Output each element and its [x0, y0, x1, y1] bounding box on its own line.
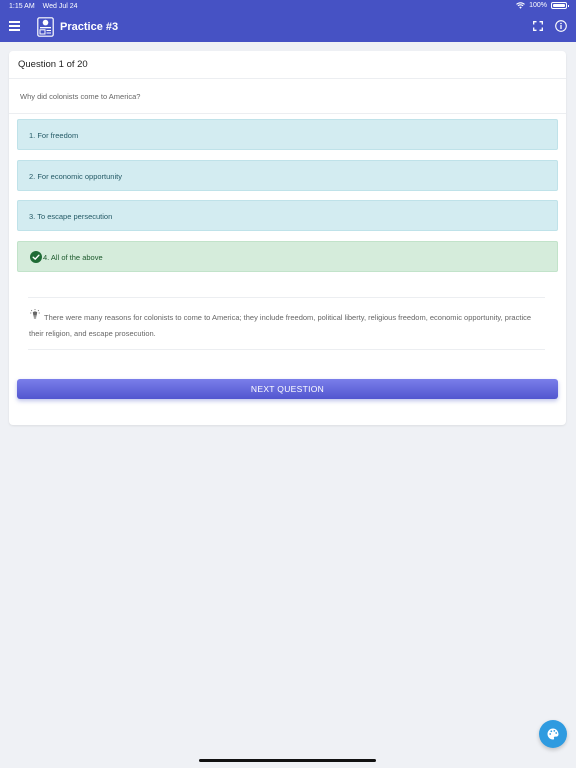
answer-option-3[interactable]: 3. To escape persecution — [17, 200, 558, 231]
wifi-icon — [516, 2, 525, 9]
menu-icon[interactable] — [9, 21, 20, 31]
status-time: 1:15 AM — [9, 3, 35, 10]
explanation-text: There were many reasons for colonists to… — [29, 313, 532, 338]
battery-fill — [553, 4, 565, 7]
check-circle-icon — [30, 251, 42, 263]
palette-button[interactable] — [539, 720, 567, 748]
divider — [9, 113, 566, 114]
answer-label: 2. For economic opportunity — [29, 172, 122, 181]
answer-label: 1. For freedom — [29, 131, 79, 140]
app-logo-icon — [37, 17, 54, 37]
palette-icon — [547, 728, 559, 740]
divider — [28, 297, 545, 298]
battery-icon — [551, 2, 569, 9]
question-counter: Question 1 of 20 — [9, 51, 566, 79]
home-indicator — [199, 759, 376, 762]
status-bar: 1:15 AM Wed Jul 24 100% — [0, 0, 576, 13]
answer-option-1[interactable]: 1. For freedom — [17, 119, 558, 150]
status-date: Wed Jul 24 — [42, 3, 78, 10]
answer-label: 4. All of the above — [43, 253, 103, 262]
page-title: Practice #3 — [60, 21, 119, 33]
answer-option-4-correct[interactable]: 4. All of the above — [17, 241, 558, 272]
fullscreen-icon[interactable] — [533, 21, 543, 31]
question-text: Why did colonists come to America? — [20, 92, 141, 101]
question-card: Question 1 of 20 Why did colonists come … — [9, 51, 566, 425]
answer-option-2[interactable]: 2. For economic opportunity — [17, 160, 558, 191]
divider — [28, 349, 545, 350]
battery-percent: 100% — [529, 2, 547, 9]
answer-label: 3. To escape persecution — [29, 212, 113, 221]
next-question-button[interactable]: NEXT QUESTION — [17, 379, 558, 399]
app-header: 1:15 AM Wed Jul 24 100% Practice #3 — [0, 0, 576, 42]
info-icon[interactable] — [555, 20, 567, 32]
